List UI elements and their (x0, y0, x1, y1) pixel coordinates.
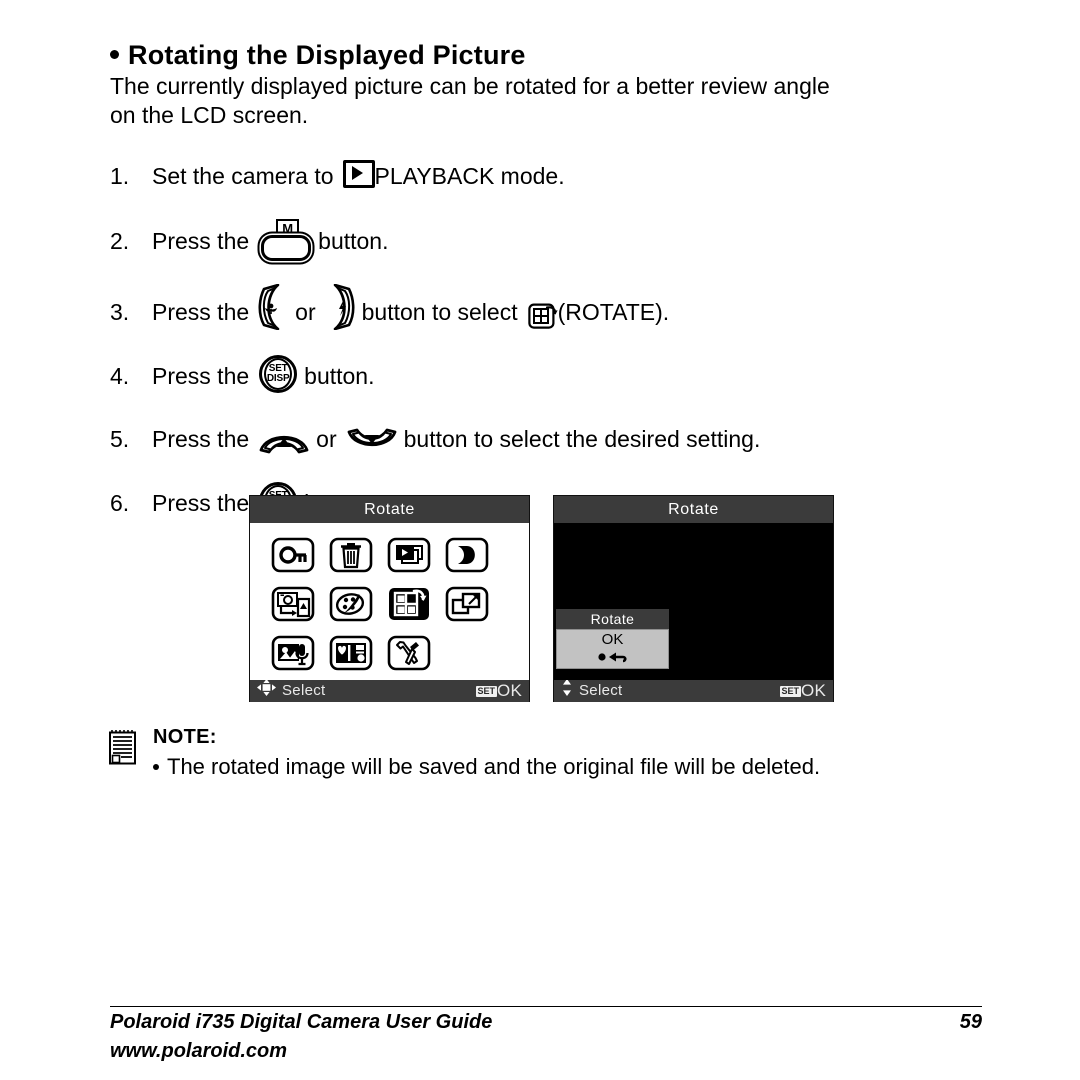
step-5-text-or: or (316, 426, 337, 452)
step-3-text-before: Press the (152, 299, 250, 325)
note-bullet-icon (153, 764, 159, 770)
right-flash-button-icon (325, 284, 355, 330)
step-1-number: 1. (110, 163, 130, 189)
lcd-left-footer: Select SET OK (250, 679, 529, 703)
popup-option-ok[interactable]: OK (557, 630, 668, 649)
resize-icon[interactable] (438, 580, 496, 628)
step-2: 2. Press the M button. (110, 219, 1010, 261)
lcd-left-title: Rotate (250, 496, 529, 523)
step-3-text-or: or (295, 299, 316, 325)
step-2-number: 2. (110, 228, 130, 254)
step-6-number: 6. (110, 490, 130, 516)
intro-paragraph: The currently displayed picture can be r… (110, 72, 982, 130)
menu-button-body (261, 235, 312, 261)
step-4-number: 4. (110, 363, 130, 389)
playback-menu-grid (264, 531, 496, 677)
step-3-text-after: button to select (361, 299, 518, 325)
delete-trash-icon[interactable] (322, 531, 380, 579)
step-6-text-before: Press the (152, 490, 250, 516)
step-3: 3. Press the or button to select (ROTATE… (110, 284, 1010, 330)
lcd-right-ok-label: OK (801, 681, 826, 700)
set-disp-inner: SET DISP (264, 358, 293, 390)
playback-icon (342, 160, 375, 188)
up-button-icon (259, 428, 309, 454)
favorites-print-icon[interactable] (322, 629, 380, 677)
note-title: NOTE: (153, 726, 217, 748)
step-3-number: 3. (110, 299, 130, 325)
page-title-text: Rotating the Displayed Picture (128, 40, 526, 70)
step-3-text-after2: (ROTATE). (557, 299, 670, 325)
step-2-text-after: button. (318, 228, 389, 254)
voice-memo-icon[interactable] (264, 629, 322, 677)
lcd-right-footer: Select SET OK (554, 679, 833, 703)
copy-to-card-icon[interactable] (264, 580, 322, 628)
lcd-right-set-badge: SET (779, 685, 802, 697)
lcd-right-title: Rotate (554, 496, 833, 523)
left-macro-button-icon (258, 284, 288, 330)
down-button-icon (347, 428, 397, 454)
rotate-icon[interactable] (380, 580, 438, 628)
step-5-text-before: Press the (152, 426, 250, 452)
manual-page: Rotating the Displayed Picture The curre… (0, 0, 1080, 1080)
footer-website: www.polaroid.com (110, 1040, 288, 1062)
intro-line-1: The currently displayed picture can be r… (110, 73, 830, 99)
lcd-left-footer-label: Select (282, 682, 326, 699)
page-footer: Polaroid i735 Digital Camera User Guide … (110, 1011, 982, 1063)
lcd-right-body: Rotate OK (554, 523, 833, 680)
protect-key-icon[interactable] (264, 531, 322, 579)
lcd-left-ok-label: OK (497, 681, 522, 700)
menu-m-button-icon: M (259, 219, 312, 261)
color-effect-icon[interactable] (322, 580, 380, 628)
step-4: 4. Press the SET DISP button. (110, 355, 1010, 393)
step-5-text-after: button to select the desired setting. (403, 426, 761, 452)
rotate-menu-icon (527, 302, 558, 330)
intro-line-2: on the LCD screen. (110, 102, 309, 128)
page-title: Rotating the Displayed Picture (110, 40, 526, 71)
step-4-text-before: Press the (152, 363, 250, 389)
lcd-left-body (250, 523, 529, 680)
popup-body: OK (556, 629, 669, 669)
step-5: 5. Press the or button to select the des… (110, 419, 1010, 454)
slideshow-icon[interactable] (380, 531, 438, 579)
lcd-screen-confirm: Rotate Rotate OK Select SET OK (553, 495, 834, 702)
setup-tools-icon[interactable] (380, 629, 438, 677)
steps-list: 1. Set the camera to PLAYBACK mode. 2. P… (110, 156, 1010, 546)
footer-divider (110, 1006, 982, 1007)
notepad-icon (108, 728, 138, 766)
lcd-right-footer-label: Select (579, 682, 623, 699)
popup-title: Rotate (556, 609, 669, 629)
lcd-left-set-badge: SET (475, 685, 498, 697)
step-1-text-before: Set the camera to (152, 163, 334, 189)
step-1-text-after: PLAYBACK mode. (374, 163, 565, 189)
step-2-text-before: Press the (152, 228, 250, 254)
up-down-arrows-icon (561, 679, 573, 703)
red-eye-removal-icon[interactable] (438, 531, 496, 579)
step-5-number: 5. (110, 426, 130, 452)
note-text-row: The rotated image will be saved and the … (153, 754, 820, 780)
footer-title: Polaroid i735 Digital Camera User Guide (110, 1011, 493, 1033)
step-1: 1. Set the camera to PLAYBACK mode. (110, 156, 1010, 190)
step-4-text-after: button. (304, 363, 375, 389)
set-disp-button-icon: SET DISP (259, 355, 298, 393)
footer-page-number: 59 (959, 1011, 982, 1033)
heading-bullet-icon (110, 50, 119, 59)
four-way-arrows-icon (257, 679, 276, 703)
set-disp-label-bottom: DISP (266, 373, 290, 384)
return-arrow-icon (557, 648, 668, 664)
note-text: The rotated image will be saved and the … (167, 754, 821, 779)
rotate-confirm-popup: Rotate OK (556, 609, 669, 669)
lcd-screen-menu: Rotate Select SET OK (249, 495, 530, 702)
